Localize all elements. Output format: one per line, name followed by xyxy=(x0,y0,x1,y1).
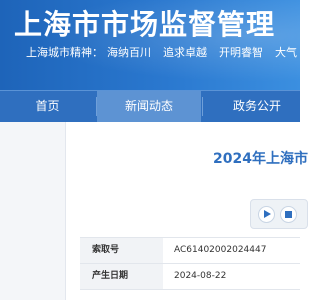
article-title: 2024年上海市 xyxy=(213,151,308,167)
metadata-key: 产生日期 xyxy=(80,264,163,289)
metadata-table: 索取号 AC61402002024447 产生日期 2024-08-22 xyxy=(80,237,300,290)
metadata-value: AC61402002024447 xyxy=(174,245,267,255)
metadata-value: 2024-08-22 xyxy=(174,271,227,281)
site-title[interactable]: 上海市市场监督管理 xyxy=(14,3,275,43)
main-nav: 首页 新闻动态 政务公开 xyxy=(0,90,300,122)
nav-item-news[interactable]: 新闻动态 xyxy=(97,91,201,122)
metadata-row: 产生日期 2024-08-22 xyxy=(80,264,300,290)
metadata-row: 索取号 AC61402002024447 xyxy=(80,238,300,264)
stop-icon[interactable] xyxy=(280,206,297,223)
audio-player xyxy=(250,199,308,229)
metadata-key: 索取号 xyxy=(80,238,163,263)
play-icon[interactable] xyxy=(258,206,275,223)
slogan-item: 追求卓越 xyxy=(163,46,207,59)
slogan-item: 开明睿智 xyxy=(219,46,263,59)
site-banner: 上海市市场监督管理 上海城市精神： 海纳百川 追求卓越 开明睿智 大气 xyxy=(0,0,300,90)
nav-item-gov-affairs[interactable]: 政务公开 xyxy=(203,91,311,122)
city-spirit-slogan: 上海城市精神： 海纳百川 追求卓越 开明睿智 大气 xyxy=(26,44,300,60)
slogan-item: 大气 xyxy=(275,46,297,59)
slogan-label: 上海城市精神： xyxy=(26,46,103,59)
slogan-item: 海纳百川 xyxy=(107,46,151,59)
nav-item-home[interactable]: 首页 xyxy=(0,91,95,122)
